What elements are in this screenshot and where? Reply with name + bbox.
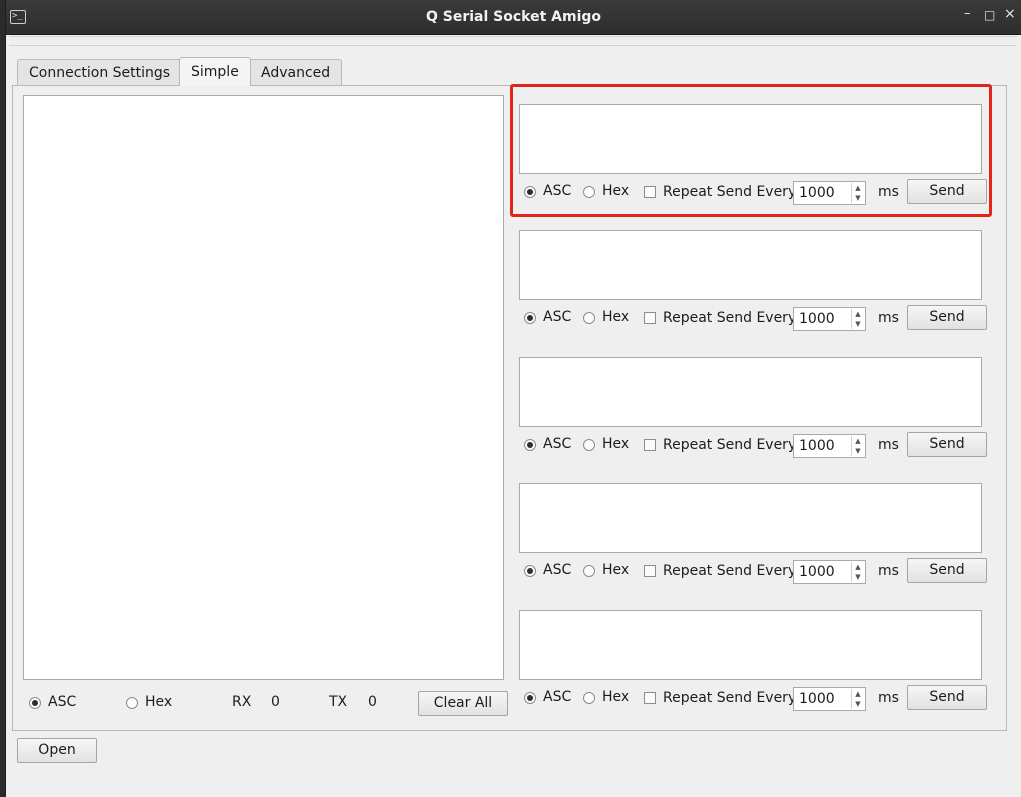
send-button[interactable]: Send	[907, 305, 987, 330]
spin-up-arrow-icon[interactable]: ▲	[851, 436, 864, 446]
tx-label: TX	[329, 694, 348, 710]
rx-label: RX	[232, 694, 252, 710]
spin-down-arrow-icon[interactable]: ▼	[851, 446, 864, 456]
send-block: ASC Hex Repeat Send Every 1000 ▲ ▼ ms Send	[518, 230, 988, 340]
interval-unit-label: ms	[878, 563, 899, 579]
tx-count: 0	[368, 694, 377, 710]
title-bar[interactable]: >_ Q Serial Socket Amigo – □ ×	[6, 0, 1021, 35]
close-button[interactable]: ×	[1004, 6, 1016, 22]
receive-text-area[interactable]	[23, 95, 504, 680]
menu-bar	[9, 36, 1017, 46]
repeat-send-label: Repeat Send Every	[663, 690, 797, 706]
receive-asc-radio[interactable]	[29, 697, 41, 709]
send-button[interactable]: Send	[907, 432, 987, 457]
send-asc-radio[interactable]	[524, 439, 536, 451]
send-asc-label: ASC	[543, 562, 572, 578]
rx-count: 0	[271, 694, 280, 710]
repeat-send-label: Repeat Send Every	[663, 310, 797, 326]
send-asc-radio[interactable]	[524, 565, 536, 577]
interval-unit-label: ms	[878, 690, 899, 706]
send-asc-radio[interactable]	[524, 312, 536, 324]
send-block: ASC Hex Repeat Send Every 1000 ▲ ▼ ms Send	[518, 610, 988, 720]
tab-advanced[interactable]: Advanced	[249, 59, 343, 85]
receive-asc-label: ASC	[48, 694, 77, 710]
spin-up-arrow-icon[interactable]: ▲	[851, 562, 864, 572]
send-hex-label: Hex	[602, 689, 630, 705]
send-asc-radio[interactable]	[524, 692, 536, 704]
repeat-interval-spinbox[interactable]: 1000 ▲ ▼	[793, 687, 866, 711]
send-text-area[interactable]	[519, 610, 982, 680]
minimize-button[interactable]: –	[964, 6, 971, 21]
repeat-interval-value[interactable]: 1000	[799, 691, 835, 707]
tab-simple[interactable]: Simple	[179, 57, 251, 86]
send-hex-radio[interactable]	[583, 565, 595, 577]
window-title: Q Serial Socket Amigo	[425, 9, 602, 25]
repeat-send-label: Repeat Send Every	[663, 563, 797, 579]
repeat-interval-spinbox[interactable]: 1000 ▲ ▼	[793, 307, 866, 331]
spin-up-arrow-icon[interactable]: ▲	[851, 309, 864, 319]
spin-down-arrow-icon[interactable]: ▼	[851, 319, 864, 329]
send-hex-radio[interactable]	[583, 439, 595, 451]
send-asc-label: ASC	[543, 436, 572, 452]
repeat-send-checkbox[interactable]	[644, 565, 656, 577]
send-block: ASC Hex Repeat Send Every 1000 ▲ ▼ ms Send	[518, 357, 988, 467]
receive-hex-label: Hex	[145, 694, 173, 710]
send-hex-radio[interactable]	[583, 312, 595, 324]
open-button[interactable]: Open	[17, 738, 97, 763]
send-text-area[interactable]	[519, 230, 982, 300]
send-hex-label: Hex	[602, 562, 630, 578]
repeat-interval-value[interactable]: 1000	[799, 438, 835, 454]
clear-all-button[interactable]: Clear All	[418, 691, 508, 716]
send-text-area[interactable]	[519, 483, 982, 553]
spin-down-arrow-icon[interactable]: ▼	[851, 699, 864, 709]
maximize-button[interactable]: □	[984, 8, 995, 22]
send-button[interactable]: Send	[907, 685, 987, 710]
repeat-interval-value[interactable]: 1000	[799, 311, 835, 327]
send-hex-label: Hex	[602, 436, 630, 452]
repeat-interval-value[interactable]: 1000	[799, 564, 835, 580]
send-asc-label: ASC	[543, 689, 572, 705]
repeat-send-checkbox[interactable]	[644, 439, 656, 451]
tab-connection-settings[interactable]: Connection Settings	[17, 59, 183, 85]
receive-hex-radio[interactable]	[126, 697, 138, 709]
repeat-send-checkbox[interactable]	[644, 312, 656, 324]
send-hex-label: Hex	[602, 309, 630, 325]
repeat-interval-spinbox[interactable]: 1000 ▲ ▼	[793, 560, 866, 584]
highlight-box	[510, 84, 992, 217]
send-hex-radio[interactable]	[583, 692, 595, 704]
send-block: ASC Hex Repeat Send Every 1000 ▲ ▼ ms Send	[518, 483, 988, 593]
interval-unit-label: ms	[878, 310, 899, 326]
spin-up-arrow-icon[interactable]: ▲	[851, 689, 864, 699]
send-asc-label: ASC	[543, 309, 572, 325]
spin-down-arrow-icon[interactable]: ▼	[851, 572, 864, 582]
repeat-send-checkbox[interactable]	[644, 692, 656, 704]
repeat-send-label: Repeat Send Every	[663, 437, 797, 453]
send-button[interactable]: Send	[907, 558, 987, 583]
interval-unit-label: ms	[878, 437, 899, 453]
send-text-area[interactable]	[519, 357, 982, 427]
repeat-interval-spinbox[interactable]: 1000 ▲ ▼	[793, 434, 866, 458]
